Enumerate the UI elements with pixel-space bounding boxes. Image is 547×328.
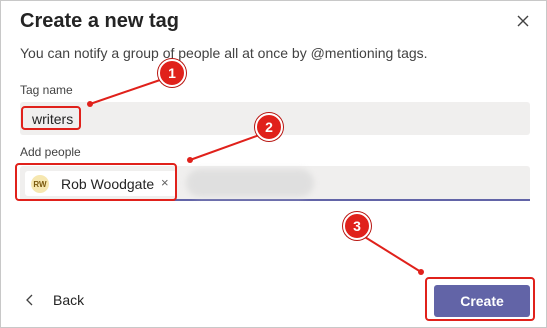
back-label: Back (53, 292, 85, 308)
step-badge-1: 1 (158, 59, 186, 87)
close-icon[interactable] (513, 11, 533, 31)
add-people-label: Add people (20, 145, 81, 159)
back-button[interactable]: Back (25, 291, 84, 309)
dialog-title: Create a new tag (20, 10, 179, 32)
create-tag-dialog: Create a new tag You can notify a group … (0, 0, 547, 328)
person-chip: RW Rob Woodgate × (25, 171, 177, 196)
step-badge-3: 3 (343, 212, 371, 240)
step-badge-2: 2 (255, 113, 283, 141)
remove-person-icon[interactable]: × (161, 175, 169, 190)
tag-name-value: writers (32, 111, 74, 127)
dialog-subtitle: You can notify a group of people all at … (20, 45, 428, 61)
avatar: RW (31, 175, 49, 193)
chevron-left-icon (25, 291, 43, 309)
create-button[interactable]: Create (434, 285, 530, 317)
tag-name-label: Tag name (20, 83, 73, 97)
add-people-input[interactable]: RW Rob Woodgate × (20, 166, 530, 201)
person-chip-name: Rob Woodgate (61, 176, 155, 192)
blurred-search-text (186, 169, 314, 197)
